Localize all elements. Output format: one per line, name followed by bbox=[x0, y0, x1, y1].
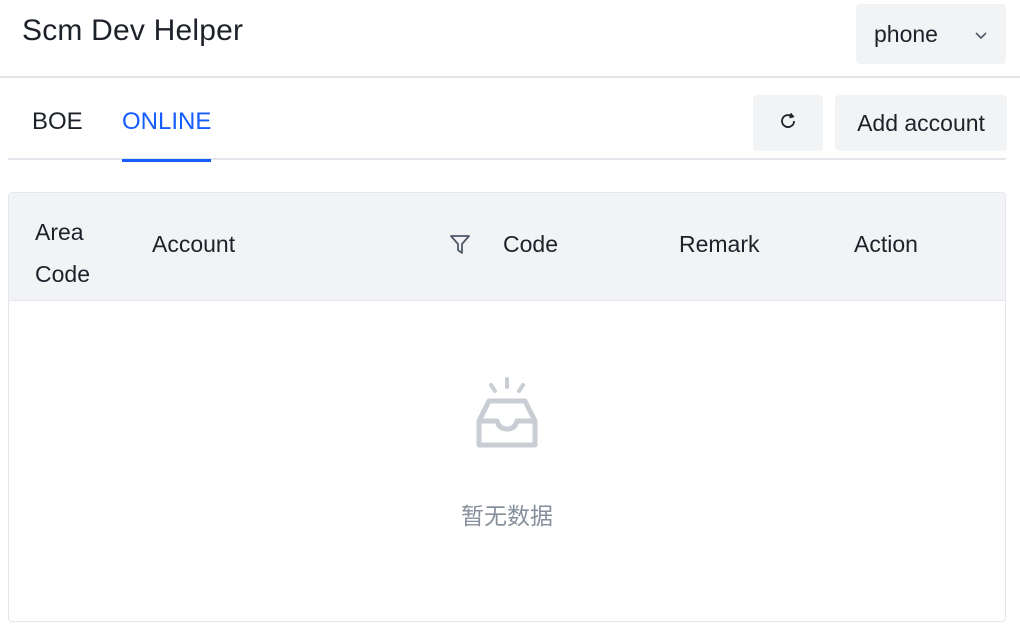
table-header: Area Code Account Code Remark Action bbox=[9, 193, 1005, 301]
filter-icon[interactable] bbox=[449, 233, 471, 257]
chevron-down-icon bbox=[974, 21, 988, 48]
column-header-account: Account bbox=[152, 231, 236, 257]
empty-state-text: 暂无数据 bbox=[461, 503, 553, 529]
accounts-table: Area Code Account Code Remark Action 暂无数… bbox=[8, 192, 1006, 622]
empty-state: 暂无数据 bbox=[9, 301, 1005, 621]
column-header-code: Code bbox=[503, 231, 558, 257]
tab-online[interactable]: ONLINE bbox=[122, 108, 212, 162]
refresh-icon bbox=[778, 110, 798, 137]
app-title: Scm Dev Helper bbox=[22, 14, 244, 47]
column-header-action: Action bbox=[854, 231, 918, 257]
tab-boe[interactable]: BOE bbox=[32, 108, 83, 160]
add-account-button[interactable]: Add account bbox=[835, 95, 1007, 151]
empty-inbox-icon bbox=[475, 375, 539, 455]
device-type-select[interactable]: phone bbox=[856, 4, 1006, 64]
app-header: Scm Dev Helper phone bbox=[0, 0, 1020, 78]
column-header-area-code: Area Code bbox=[35, 219, 90, 287]
column-header-remark: Remark bbox=[679, 231, 760, 257]
device-type-value: phone bbox=[874, 20, 938, 47]
refresh-button[interactable] bbox=[753, 95, 823, 151]
env-tabs: BOE ONLINE Add account bbox=[8, 90, 1007, 162]
